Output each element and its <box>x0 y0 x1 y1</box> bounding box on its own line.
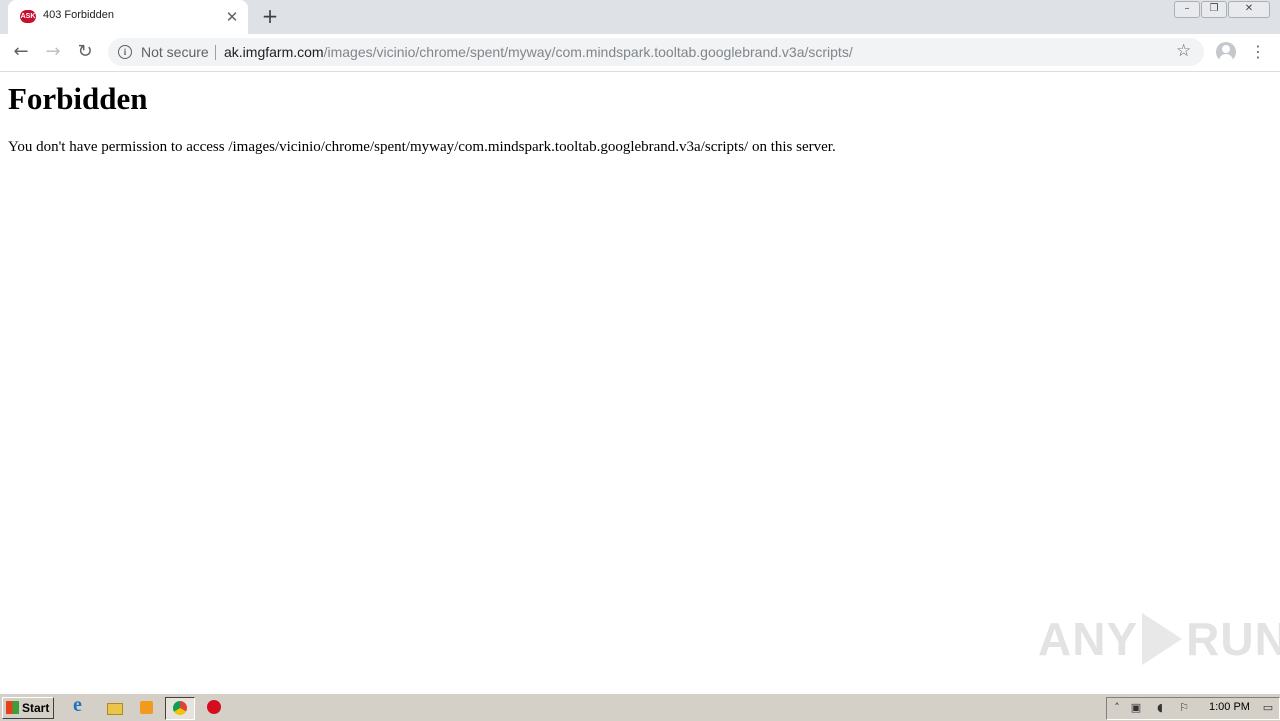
close-window-button[interactable]: ✕ <box>1228 1 1270 18</box>
media-player-icon[interactable] <box>137 698 157 717</box>
reload-icon[interactable]: ↻ <box>73 40 97 64</box>
url-text[interactable]: ak.imgfarm.com/images/vicinio/chrome/spe… <box>224 44 853 60</box>
forward-arrow-icon[interactable]: → <box>41 40 65 64</box>
browser-toolbar: ← → ↻ i Not secure ak.imgfarm.com/images… <box>0 34 1280 72</box>
volume-icon[interactable]: ◖ <box>1153 701 1167 715</box>
info-icon[interactable]: i <box>118 45 132 59</box>
url-path: /images/vicinio/chrome/spent/myway/com.m… <box>323 44 853 60</box>
start-label: Start <box>22 701 50 715</box>
page-heading: Forbidden <box>8 81 148 116</box>
page-content: Forbidden You don't have permission to a… <box>0 72 1280 692</box>
error-message: You don't have permission to access /ima… <box>8 139 836 155</box>
chrome-icon[interactable] <box>165 697 195 720</box>
tab-close-icon[interactable]: ✕ <box>224 7 240 27</box>
taskbar: Start ˄ ▣ ◖ ⚐ 1:00 PM ▭ <box>0 693 1280 721</box>
show-hidden-icons-icon[interactable]: ˄ <box>1110 701 1124 715</box>
watermark-right-text: RUN <box>1186 613 1280 665</box>
network-icon[interactable]: ▣ <box>1129 701 1143 715</box>
url-host: ak.imgfarm.com <box>224 44 324 60</box>
minimize-button[interactable]: – <box>1174 1 1200 18</box>
omnibox-divider <box>215 45 216 60</box>
back-arrow-icon[interactable]: ← <box>9 40 33 64</box>
address-bar[interactable]: i Not secure ak.imgfarm.com/images/vicin… <box>108 38 1204 66</box>
action-center-flag-icon[interactable]: ⚐ <box>1177 701 1191 715</box>
window-controls: – ❐ ✕ <box>1173 1 1270 18</box>
show-desktop-icon[interactable]: ▭ <box>1261 701 1275 715</box>
tab-title: 403 Forbidden <box>43 9 114 21</box>
internet-explorer-icon[interactable] <box>70 694 90 717</box>
windows-flag-icon <box>6 701 19 714</box>
start-button[interactable]: Start <box>2 697 54 719</box>
menu-kebab-icon[interactable]: ⋮ <box>1250 41 1266 63</box>
clock[interactable]: 1:00 PM <box>1209 701 1250 713</box>
restore-button[interactable]: ❐ <box>1201 1 1227 18</box>
profile-avatar-icon[interactable] <box>1216 42 1236 62</box>
watermark-left-text: ANY <box>1038 613 1139 665</box>
tab-403-forbidden[interactable]: ASK 403 Forbidden ✕ <box>8 0 248 34</box>
system-tray: ˄ ▣ ◖ ⚐ 1:00 PM ▭ <box>1106 697 1280 720</box>
folder-icon[interactable] <box>104 698 124 717</box>
bookmark-star-icon[interactable]: ☆ <box>1176 41 1191 61</box>
ask-favicon-icon: ASK <box>20 10 36 23</box>
opera-icon[interactable] <box>205 698 225 717</box>
anyrun-watermark-logo: ANY RUN <box>1038 610 1280 668</box>
new-tab-button[interactable]: + <box>258 5 282 29</box>
play-icon <box>1142 613 1183 665</box>
title-bar: ASK 403 Forbidden ✕ + – ❐ ✕ <box>0 0 1280 34</box>
security-status[interactable]: Not secure <box>141 44 209 60</box>
